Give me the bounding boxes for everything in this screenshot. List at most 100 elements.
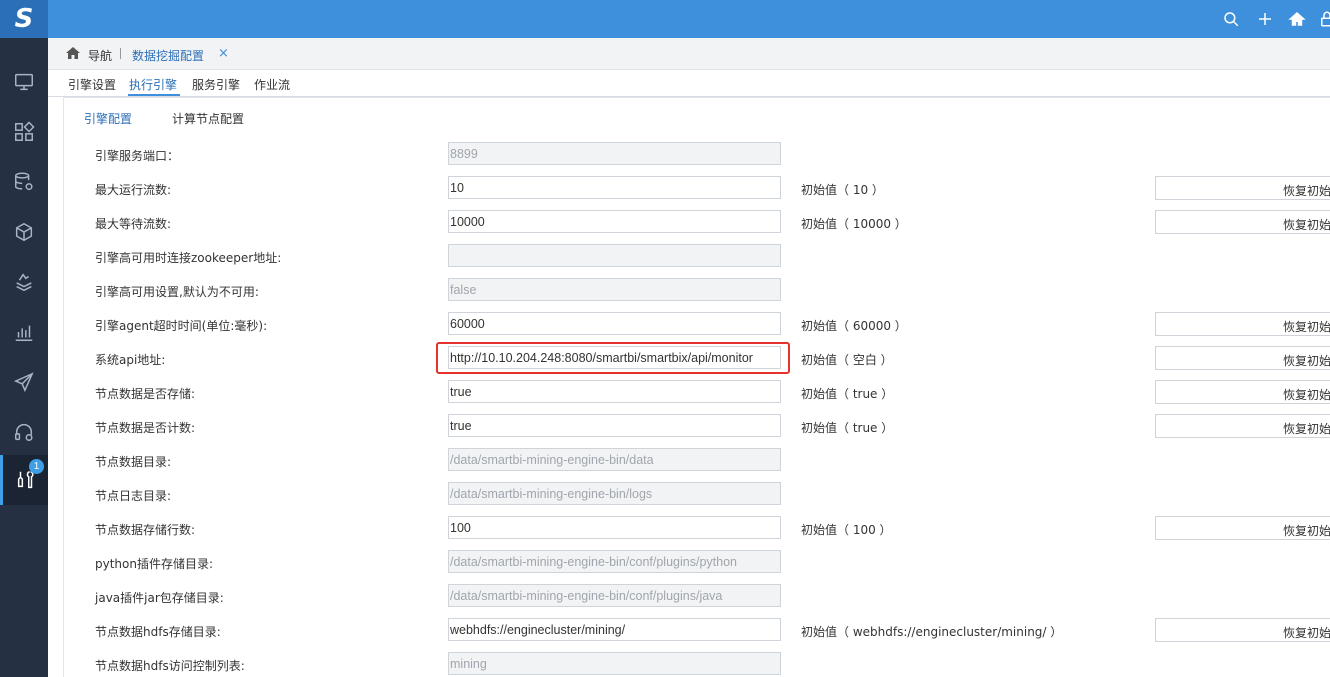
- search-button[interactable]: [1220, 8, 1242, 30]
- left-sidebar: S 1: [0, 0, 48, 677]
- layers-chart-icon: [16, 273, 32, 292]
- hdfs-acl-input: mining: [448, 652, 781, 675]
- add-button[interactable]: [1254, 8, 1276, 30]
- config-row-ha-setting: 引擎高可用设置,默认为不可用: false: [64, 278, 1330, 302]
- breadcrumb-tab-data-mining[interactable]: 数据挖掘配置: [132, 47, 204, 64]
- max-waiting-flows-input[interactable]: 10000: [448, 210, 781, 233]
- apps-icon: [15, 121, 35, 141]
- config-panel: 引擎配置 计算节点配置 引擎服务端口： 8899 最大运行流数: 10 初始值（ 10 …: [63, 97, 1330, 677]
- config-label: 节点数据目录:: [95, 455, 172, 469]
- config-row-engine-port: 引擎服务端口： 8899: [64, 142, 1330, 166]
- config-row-hdfs-acl: 节点数据hdfs访问控制列表: mining: [64, 652, 1330, 676]
- sidebar-item-service[interactable]: [0, 407, 48, 457]
- tab-workflow[interactable]: 作业流: [254, 76, 290, 93]
- reset-button[interactable]: 恢复初始: [1155, 380, 1330, 404]
- config-row-max-running-flows: 最大运行流数: 10 初始值（ 10 ） 恢复初始: [64, 176, 1330, 200]
- nav-label[interactable]: 导航: [88, 47, 112, 64]
- node-data-store-input[interactable]: true: [448, 380, 781, 403]
- config-row-zookeeper-address: 引擎高可用时连接zookeeper地址:: [64, 244, 1330, 268]
- config-label: 节点数据是否存储:: [95, 387, 196, 401]
- initial-value-label: 初始值（ true ）: [801, 387, 894, 401]
- node-data-dir-input: /data/smartbi-mining-engine-bin/data: [448, 448, 781, 471]
- reset-button[interactable]: 恢复初始: [1155, 414, 1330, 438]
- home-icon: [1288, 11, 1306, 26]
- config-label: 最大运行流数:: [95, 183, 172, 197]
- close-tab-icon[interactable]: ×: [218, 46, 229, 61]
- hdfs-store-dir-input[interactable]: webhdfs://enginecluster/mining/: [448, 618, 781, 641]
- sidebar-item-data-source[interactable]: [0, 157, 48, 207]
- tab-execution-engine[interactable]: 执行引擎: [129, 76, 177, 93]
- tab-compute-node-config[interactable]: 计算节点配置: [172, 110, 244, 127]
- initial-value-label: 初始值（ 空白 ）: [801, 353, 893, 367]
- top-bar: [48, 0, 1330, 38]
- monitor-icon: [15, 73, 33, 91]
- config-label: 节点数据是否计数:: [95, 421, 196, 435]
- initial-value-label: 初始值（ true ）: [801, 421, 894, 435]
- config-row-max-waiting-flows: 最大等待流数: 10000 初始值（ 10000 ） 恢复初始: [64, 210, 1330, 234]
- sidebar-item-monitor[interactable]: [0, 57, 48, 107]
- config-row-node-data-store: 节点数据是否存储: true 初始值（ true ） 恢复初始: [64, 380, 1330, 404]
- logo-text: S: [14, 4, 34, 34]
- ha-setting-input: false: [448, 278, 781, 301]
- nav-home-icon[interactable]: [65, 46, 81, 60]
- sidebar-item-system-tools[interactable]: 1: [0, 455, 48, 505]
- app-logo[interactable]: S: [0, 0, 48, 38]
- config-label: python插件存储目录:: [95, 557, 214, 571]
- sidebar-item-report[interactable]: [0, 307, 48, 357]
- sidebar-item-analysis[interactable]: [0, 257, 48, 307]
- node-log-dir-input: /data/smartbi-mining-engine-bin/logs: [448, 482, 781, 505]
- reset-button[interactable]: 恢复初始: [1155, 346, 1330, 370]
- config-label: 节点数据hdfs存储目录:: [95, 625, 221, 639]
- config-label: java插件jar包存储目录:: [95, 591, 224, 605]
- max-running-flows-input[interactable]: 10: [448, 176, 781, 199]
- database-settings-icon: [15, 172, 33, 191]
- config-label: 引擎高可用设置,默认为不可用:: [95, 285, 259, 299]
- reset-button[interactable]: 恢复初始: [1155, 516, 1330, 540]
- tab-engine-config[interactable]: 引擎配置: [84, 110, 132, 127]
- sidebar-item-apps[interactable]: [0, 107, 48, 157]
- home-button[interactable]: [1286, 8, 1308, 30]
- config-row-hdfs-store-dir: 节点数据hdfs存储目录: webhdfs://enginecluster/min…: [64, 618, 1330, 642]
- sidebar-item-publish[interactable]: [0, 357, 48, 407]
- send-icon: [13, 372, 34, 393]
- config-row-node-data-dir: 节点数据目录: /data/smartbi-mining-engine-bin/d…: [64, 448, 1330, 472]
- sidebar-item-model[interactable]: [0, 207, 48, 257]
- java-plugin-dir-input: /data/smartbi-mining-engine-bin/conf/plu…: [448, 584, 781, 607]
- lock-icon: [1321, 11, 1330, 27]
- node-data-count-input[interactable]: true: [448, 414, 781, 437]
- tab-service-engine[interactable]: 服务引擎: [192, 76, 240, 93]
- config-row-node-data-count: 节点数据是否计数: true 初始值（ true ） 恢复初始: [64, 414, 1330, 438]
- reset-button[interactable]: 恢复初始: [1155, 618, 1330, 642]
- breadcrumb: 导航 数据挖掘配置 ×: [48, 38, 1330, 70]
- reset-button[interactable]: 恢复初始: [1155, 176, 1330, 200]
- initial-value-label: 初始值（ 10 ）: [801, 183, 884, 197]
- config-row-java-plugin-dir: java插件jar包存储目录: /data/smartbi-mining-engi…: [64, 584, 1330, 608]
- active-tab-indicator: [128, 94, 180, 96]
- initial-value-label: 初始值（ 10000 ）: [801, 217, 907, 231]
- config-label: 系统api地址:: [95, 353, 166, 367]
- tab-engine-settings[interactable]: 引擎设置: [68, 76, 116, 93]
- search-icon: [1224, 12, 1239, 27]
- config-label: 节点日志目录:: [95, 489, 172, 503]
- agent-timeout-input[interactable]: 60000: [448, 312, 781, 335]
- config-label: 最大等待流数:: [95, 217, 172, 231]
- cube-icon: [15, 222, 33, 242]
- config-label: 节点数据存储行数:: [95, 523, 196, 537]
- reset-button[interactable]: 恢复初始: [1155, 210, 1330, 234]
- config-row-node-data-rows: 节点数据存储行数: 100 初始值（ 100 ） 恢复初始: [64, 516, 1330, 540]
- config-row-agent-timeout: 引擎agent超时时间(单位:毫秒): 60000 初始值（ 60000 ） 恢复初始: [64, 312, 1330, 336]
- initial-value-label: 初始值（ 100 ）: [801, 523, 892, 537]
- lock-button[interactable]: [1316, 8, 1330, 30]
- config-label: 引擎高可用时连接zookeeper地址:: [95, 251, 282, 265]
- headset-icon: [15, 424, 33, 441]
- plus-icon: [1259, 13, 1271, 25]
- engine-tabs: 引擎设置 执行引擎 服务引擎 作业流: [48, 70, 1330, 97]
- config-row-node-log-dir: 节点日志目录: /data/smartbi-mining-engine-bin/l…: [64, 482, 1330, 506]
- node-data-rows-input[interactable]: 100: [448, 516, 781, 539]
- highlight-box-api-address: [436, 342, 790, 374]
- zookeeper-address-input: [448, 244, 781, 267]
- initial-value-label: 初始值（ 60000 ）: [801, 319, 907, 333]
- engine-port-input: 8899: [448, 142, 781, 165]
- reset-button[interactable]: 恢复初始: [1155, 312, 1330, 336]
- notification-badge: 1: [29, 459, 44, 474]
